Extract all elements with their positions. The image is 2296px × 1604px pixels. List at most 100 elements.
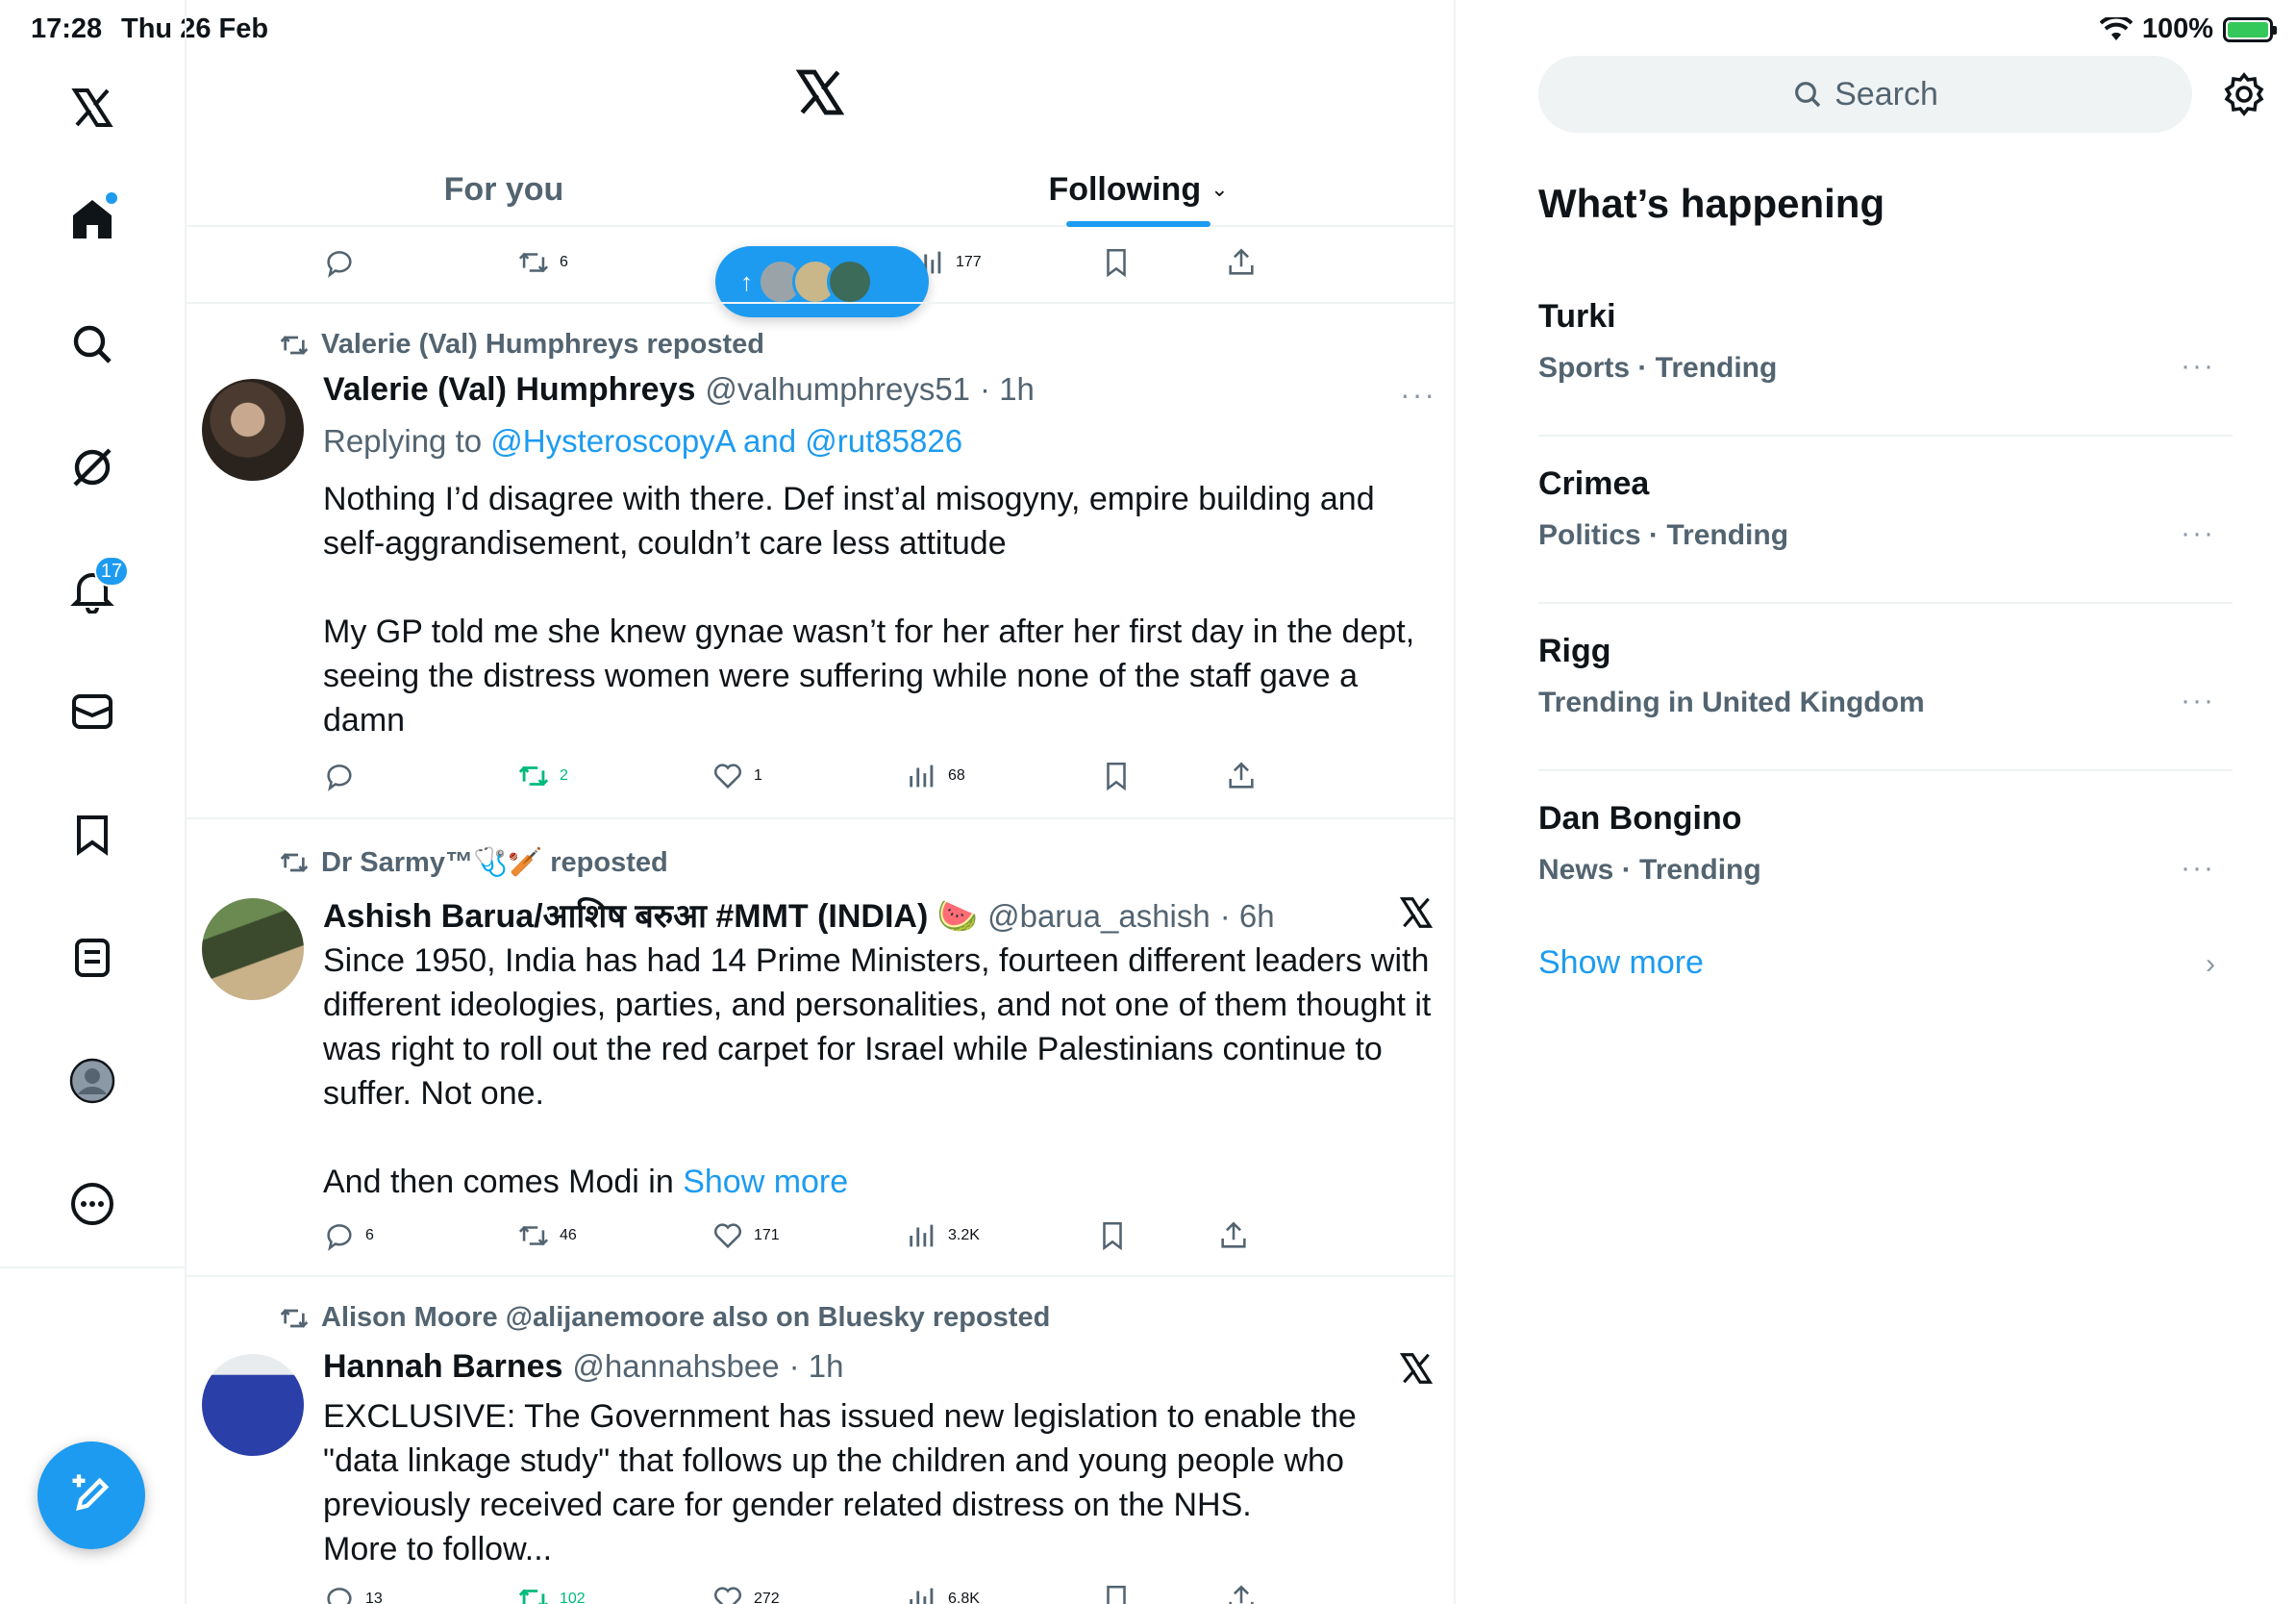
chevron-right-icon[interactable]: › [2206, 948, 2215, 981]
share-icon [1229, 1585, 1254, 1604]
avatar[interactable] [202, 379, 304, 481]
bookmark-icon [1107, 762, 1126, 791]
post-header: Valerie (Val) Humphreys @valhumphreys51 … [323, 371, 1035, 409]
repost-context: Valerie (Val) Humphreys reposted [279, 329, 764, 361]
repost-button[interactable]: 2 [517, 760, 568, 792]
avatar[interactable] [202, 898, 304, 1000]
messages-icon[interactable] [54, 673, 131, 750]
repost-button[interactable]: 6 [517, 246, 568, 279]
like-button[interactable]: 272 [711, 1583, 780, 1604]
share-button[interactable] [1217, 1219, 1250, 1252]
left-nav: 17 [0, 0, 187, 1604]
repost-icon [280, 1308, 309, 1328]
repost-icon [518, 1589, 548, 1604]
trend-name: Dan Bongino [1538, 800, 1742, 837]
heart-icon [713, 1587, 742, 1604]
views-icon [910, 764, 934, 788]
post-header: Ashish Barua/आशिष बरुआ #MMT (INDIA) 🍉 @b… [323, 892, 1275, 937]
more-options-icon[interactable]: ··· [2181, 350, 2215, 383]
bookmark-button[interactable] [1096, 1219, 1129, 1252]
trend-item[interactable]: Rigg Trending in United Kingdom ··· [1538, 604, 2233, 771]
x-logo-icon [1399, 1353, 1434, 1384]
repost-context: Dr Sarmy™🩺🏏 reposted [279, 846, 668, 879]
timeline-tabs: For you Following ⌄ [187, 154, 1454, 227]
bookmark-button[interactable] [1100, 760, 1133, 792]
bookmark-button[interactable] [1100, 1583, 1133, 1604]
post-text: EXCLUSIVE: The Government has issued new… [323, 1398, 1357, 1567]
compose-button[interactable] [37, 1441, 145, 1549]
more-options-icon[interactable]: ··· [2181, 517, 2215, 550]
tab-for-you[interactable]: For you [187, 154, 821, 225]
post-time: · 1h [788, 1348, 844, 1384]
repost-button[interactable]: 102 [517, 1583, 586, 1604]
share-icon [1221, 1221, 1246, 1248]
share-button[interactable] [1225, 246, 1258, 279]
trend-meta: Sports · Trending [1538, 352, 1778, 384]
more-options-icon[interactable]: ··· [1400, 377, 1436, 413]
bookmark-button[interactable] [1100, 246, 1133, 279]
show-more-link[interactable]: Show more [1538, 944, 1704, 982]
views-button[interactable]: 3.2K [906, 1219, 980, 1252]
replying-to: Replying to @HysteroscopyA and @rut85826 [323, 423, 963, 459]
grok-icon[interactable] [54, 429, 131, 506]
bookmarks-icon[interactable] [54, 796, 131, 873]
profile-icon[interactable] [54, 1042, 131, 1119]
home-icon[interactable] [54, 181, 131, 258]
bookmark-icon [1107, 248, 1126, 278]
author-name[interactable]: Ashish Barua/आशिष बरुआ #MMT (INDIA) 🍉 [323, 892, 978, 937]
reply-button[interactable] [323, 246, 356, 279]
author-handle[interactable]: @barua_ashish [987, 898, 1210, 935]
search-placeholder: Search [1834, 75, 1938, 113]
reply-button[interactable]: 6 [323, 1219, 374, 1252]
x-logo-icon [1399, 897, 1434, 928]
trend-item[interactable]: Crimea Politics · Trending ··· [1538, 437, 2233, 604]
avatar [827, 259, 873, 305]
x-logo-icon[interactable] [793, 65, 847, 119]
share-button[interactable] [1225, 760, 1258, 792]
reply-icon [327, 1588, 352, 1604]
post[interactable]: Valerie (Val) Humphreys reposted Valerie… [187, 304, 1454, 817]
heart-icon [713, 764, 742, 789]
author-name[interactable]: Hannah Barnes [323, 1348, 562, 1386]
search-input[interactable]: Search [1538, 56, 2192, 133]
post[interactable]: Alison Moore @alijanemoore also on Blues… [187, 1277, 1454, 1604]
views-button[interactable]: 68 [906, 760, 965, 792]
replying-to-link[interactable]: @HysteroscopyA and @rut85826 [490, 423, 962, 459]
repost-icon [280, 335, 309, 355]
reply-icon [327, 1224, 352, 1251]
x-logo-icon[interactable] [54, 69, 131, 146]
avatar[interactable] [202, 1354, 304, 1456]
tab-following[interactable]: Following ⌄ [821, 154, 1454, 227]
more-options-icon[interactable]: ··· [2181, 685, 2215, 717]
like-button[interactable]: 171 [711, 1219, 780, 1252]
reply-button[interactable] [323, 760, 365, 792]
gear-icon[interactable] [2221, 71, 2267, 117]
search-icon[interactable] [54, 306, 131, 383]
show-more-link[interactable]: Show more [683, 1164, 848, 1200]
post[interactable]: Dr Sarmy™🩺🏏 reposted Ashish Barua/आशिष ब… [187, 819, 1454, 1275]
like-button[interactable]: 1 [711, 760, 762, 792]
notifications-icon[interactable]: 17 [54, 552, 131, 629]
views-icon [910, 1224, 934, 1247]
share-icon [1229, 248, 1254, 275]
author-handle[interactable]: @valhumphreys51 [705, 371, 970, 408]
search-icon [1795, 82, 1821, 108]
repost-context: Alison Moore @alijanemoore also on Blues… [279, 1302, 1050, 1334]
trend-item[interactable]: Turki Sports · Trending ··· [1538, 269, 2233, 437]
new-posts-dot [106, 192, 117, 204]
views-button[interactable]: 6.8K [906, 1583, 980, 1604]
more-icon[interactable] [54, 1165, 131, 1242]
reply-button[interactable]: 13 [323, 1583, 383, 1604]
trend-meta: Trending in United Kingdom [1538, 687, 1925, 718]
timeline: For you Following ⌄ 6 177 ↑ Valerie (Val)… [187, 0, 1456, 1604]
author-name[interactable]: Valerie (Val) Humphreys [323, 371, 695, 409]
right-sidebar: Search What’s happening Turki Sports · T… [1456, 0, 2296, 1604]
more-options-icon[interactable]: ··· [2181, 852, 2215, 885]
share-icon [1229, 762, 1254, 789]
repost-button[interactable]: 46 [517, 1219, 577, 1252]
share-button[interactable] [1225, 1583, 1258, 1604]
lists-icon[interactable] [54, 919, 131, 996]
author-handle[interactable]: @hannahsbee [572, 1348, 779, 1385]
trend-meta: Politics · Trending [1538, 519, 1789, 551]
trend-item[interactable]: Dan Bongino News · Trending ··· [1538, 771, 2233, 939]
